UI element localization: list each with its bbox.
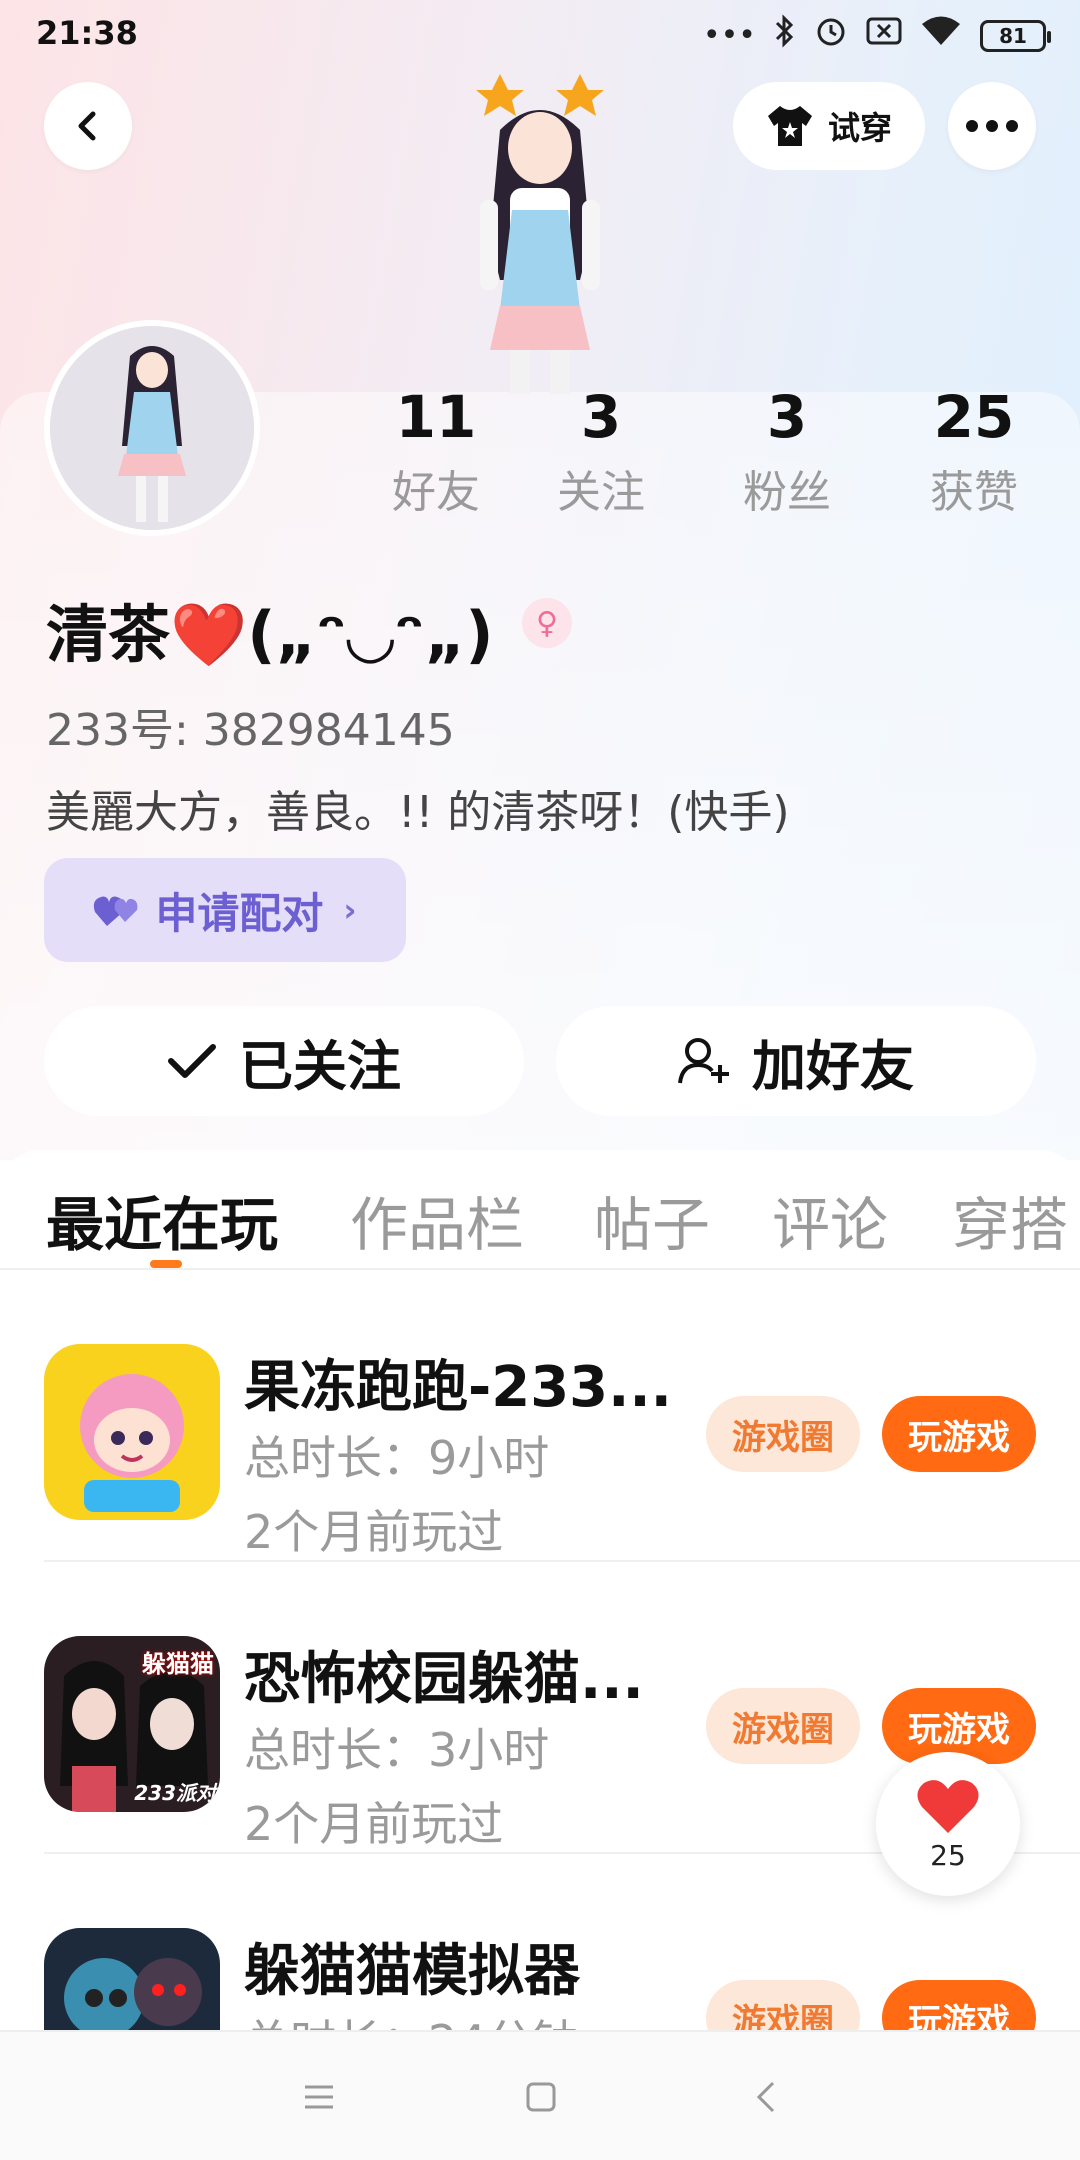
like-float-button[interactable]: 25 [876, 1752, 1020, 1896]
add-friend-button[interactable]: 加好友 [556, 1006, 1036, 1116]
stat-likes[interactable]: 25 获赞 [894, 382, 1054, 520]
status-icons: ••• 81 [702, 14, 1051, 57]
alarm-icon [814, 14, 848, 57]
game-circle-button[interactable]: 游戏圈 [706, 1688, 860, 1764]
stat-value: 3 [766, 383, 808, 451]
game-icon[interactable] [44, 1344, 220, 1520]
square-icon [526, 2082, 556, 2112]
stat-following[interactable]: 3 关注 [521, 382, 681, 520]
home-nav-button[interactable] [516, 2072, 566, 2122]
user-bio: 美麗大方，善良。!! 的清茶呀！(快手) [46, 787, 790, 838]
stat-label: 获赞 [930, 467, 1018, 518]
status-time: 21:38 [36, 14, 138, 52]
game-duration: 总时长：24分钟 [244, 2006, 579, 2030]
bluetooth-icon [774, 14, 796, 57]
username: 清茶❤️(„ᵔ◡ᵔ„) [46, 598, 494, 671]
profile-tabs: 最近在玩 作品栏 帖子 评论 穿搭 [0, 1150, 1080, 1270]
stat-value: 11 [395, 383, 477, 451]
heart-icon [917, 1779, 979, 1833]
game-circle-button[interactable]: 游戏圈 [706, 1980, 860, 2030]
game-title: 果冻跑跑-233... [244, 1355, 672, 1420]
chevron-right-icon: › [343, 891, 357, 929]
character-avatar-3d [440, 70, 640, 400]
stat-label: 好友 [392, 467, 480, 518]
menu-nav-button[interactable] [294, 2072, 344, 2122]
system-nav-bar [0, 2030, 1080, 2160]
try-on-label: 试穿 [827, 109, 892, 147]
double-heart-icon [94, 896, 138, 926]
game-duration: 总时长：9小时 [244, 1431, 550, 1485]
stat-value: 25 [933, 383, 1015, 451]
stat-friends[interactable]: 11 好友 [356, 382, 516, 520]
battery-indicator: 81 [980, 19, 1051, 52]
followed-label: 已关注 [239, 1034, 401, 1098]
shirt-icon [767, 106, 812, 146]
menu-icon [305, 2085, 333, 2109]
game-icon-brand-text: 233派对 [134, 1781, 216, 1805]
game-circle-button[interactable]: 游戏圈 [706, 1396, 860, 1472]
followed-button[interactable]: 已关注 [44, 1006, 524, 1116]
game-last-played: 2个月前玩过 [244, 1505, 504, 1559]
game-title: 恐怖校园躲猫... [244, 1647, 644, 1712]
female-gender-icon: ♀ [522, 598, 572, 648]
apply-pair-label: 申请配对 [155, 888, 324, 938]
game-row[interactable]: 果冻跑跑-233... 总时长：9小时 2个月前玩过 游戏圈 玩游戏 [0, 1270, 1080, 1562]
more-dots-icon: ••• [702, 17, 756, 53]
try-on-button[interactable]: 试穿 [733, 82, 925, 170]
chevron-left-icon [756, 2081, 775, 2113]
more-dots-icon [966, 120, 1018, 132]
wifi-icon [920, 15, 962, 56]
tab-posts[interactable]: 帖子 [594, 1178, 710, 1262]
avatar-image [50, 326, 254, 530]
game-last-played: 2个月前玩过 [244, 1797, 504, 1851]
profile-content: 最近在玩 作品栏 帖子 评论 穿搭 果冻跑跑-233... 总时长：9小时 2个… [0, 1150, 1080, 2030]
game-duration: 总时长：3小时 [244, 1723, 550, 1777]
stat-label: 关注 [557, 467, 645, 518]
chevron-left-icon [78, 111, 96, 141]
checkmark-icon [168, 1044, 216, 1078]
more-button[interactable] [948, 82, 1036, 170]
back-button[interactable] [44, 82, 132, 170]
sim-off-icon [866, 16, 902, 55]
stat-value: 3 [580, 383, 622, 451]
game-icon-title-text: 躲猫猫 [142, 1650, 214, 1678]
active-tab-indicator [150, 1260, 182, 1268]
game-icon[interactable] [44, 1928, 220, 2030]
game-icon[interactable]: 躲猫猫 233派对 [44, 1636, 220, 1812]
play-game-button[interactable]: 玩游戏 [882, 1396, 1036, 1472]
tab-outfits[interactable]: 穿搭 [952, 1178, 1068, 1262]
like-count: 25 [930, 1838, 966, 1872]
profile-avatar[interactable] [44, 320, 260, 536]
status-bar: 21:38 ••• 81 [0, 0, 1080, 70]
user-id[interactable]: 233号: 382984145 [46, 694, 455, 758]
tab-works[interactable]: 作品栏 [350, 1178, 524, 1262]
stat-label: 粉丝 [743, 467, 831, 518]
apply-pair-button[interactable]: 申请配对 › [44, 858, 406, 962]
tab-recently-played[interactable]: 最近在玩 [46, 1178, 278, 1262]
back-nav-button[interactable] [740, 2072, 790, 2122]
stat-fans[interactable]: 3 粉丝 [707, 382, 867, 520]
play-game-button[interactable]: 玩游戏 [882, 1980, 1036, 2030]
tab-comments[interactable]: 评论 [772, 1178, 888, 1262]
add-friend-label: 加好友 [752, 1034, 914, 1098]
add-user-icon [678, 1038, 729, 1084]
game-title: 躲猫猫模拟器 [244, 1939, 580, 2004]
